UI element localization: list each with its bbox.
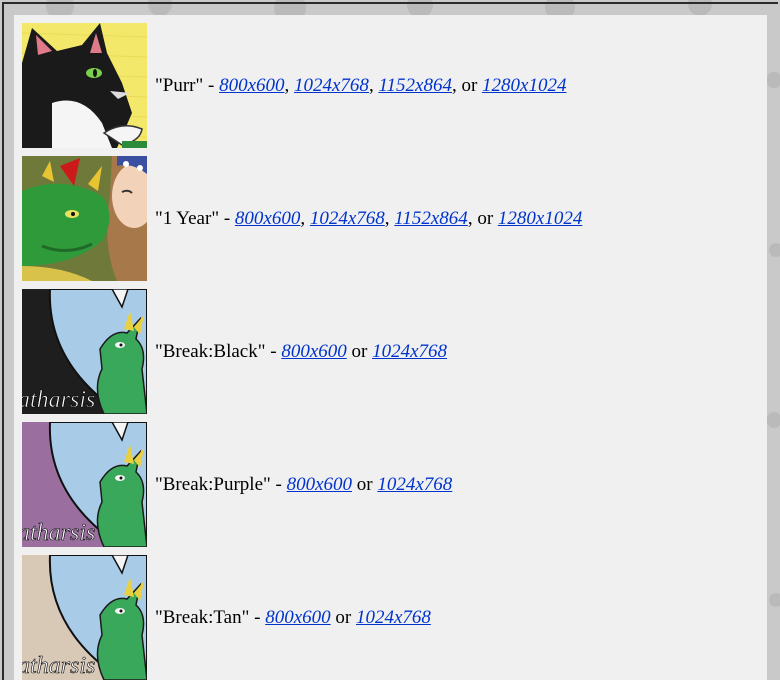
separator: -: [270, 473, 287, 495]
separator: ,: [368, 74, 379, 96]
wallpaper-row: atharsis "Break:Black" - 800x600 or 1024…: [22, 289, 582, 414]
wallpaper-row: atharsis "Break:Purple" - 800x600 or 102…: [22, 422, 582, 547]
wallpaper-caption: "Break:Black" - 800x600 or 1024x768: [155, 341, 447, 363]
resolution-link[interactable]: 800x600: [235, 208, 300, 229]
resolution-link[interactable]: 1280x1024: [498, 208, 582, 229]
separator: or: [352, 473, 378, 495]
separator: ,: [300, 207, 310, 229]
separator: ,: [284, 74, 294, 96]
comic-logo-text: atharsis: [22, 653, 95, 679]
separator: or: [346, 340, 373, 362]
separator: -: [265, 340, 282, 362]
dragon-speech-bubble-purple-thumbnail-icon[interactable]: atharsis: [22, 422, 147, 547]
separator: -: [219, 207, 235, 229]
wallpaper-title: "Purr": [155, 74, 204, 96]
resolution-link[interactable]: 800x600: [265, 607, 330, 628]
wallpaper-title: "1 Year": [155, 207, 220, 229]
dragon-speech-bubble-black-thumbnail-icon[interactable]: atharsis: [22, 289, 147, 414]
resolution-link[interactable]: 1024x768: [377, 474, 452, 495]
wallpaper-title: "Break:Black": [155, 340, 266, 362]
green-dragon-thumbnail-icon[interactable]: [22, 156, 147, 281]
dragon-speech-bubble-tan-thumbnail-icon[interactable]: atharsis: [22, 555, 147, 680]
black-cat-thumbnail-icon[interactable]: [22, 23, 147, 148]
resolution-link[interactable]: 1152x864: [394, 208, 468, 229]
separator: -: [249, 606, 266, 628]
separator: , or: [467, 207, 498, 229]
separator: , or: [451, 74, 483, 96]
separator: -: [203, 74, 220, 96]
comic-logo-text: atharsis: [22, 520, 95, 546]
content-panel: "Purr" - 800x600, 1024x768, 1152x864, or…: [14, 15, 767, 680]
resolution-link[interactable]: 800x600: [219, 75, 284, 96]
resolution-link[interactable]: 1152x864: [378, 75, 452, 96]
resolution-link[interactable]: 1024x768: [356, 607, 431, 628]
resolution-link[interactable]: 1024x768: [294, 75, 369, 96]
wallpaper-caption: "Break:Purple" - 800x600 or 1024x768: [155, 474, 452, 496]
wallpaper-title: "Break:Purple": [155, 473, 271, 495]
separator: ,: [384, 207, 395, 229]
separator: or: [330, 606, 356, 628]
comic-logo-text: atharsis: [22, 387, 95, 413]
resolution-link[interactable]: 800x600: [287, 474, 352, 495]
wallpaper-list: "Purr" - 800x600, 1024x768, 1152x864, or…: [22, 23, 582, 680]
wallpaper-title: "Break:Tan": [155, 606, 250, 628]
wallpaper-row: "Purr" - 800x600, 1024x768, 1152x864, or…: [22, 23, 582, 148]
wallpaper-caption: "Break:Tan" - 800x600 or 1024x768: [155, 607, 431, 629]
wallpaper-caption: "Purr" - 800x600, 1024x768, 1152x864, or…: [155, 75, 566, 97]
resolution-link[interactable]: 1024x768: [372, 341, 447, 362]
wallpaper-caption: "1 Year" - 800x600, 1024x768, 1152x864, …: [155, 208, 582, 230]
wallpaper-row: atharsis "Break:Tan" - 800x600 or 1024x7…: [22, 555, 582, 680]
resolution-link[interactable]: 1280x1024: [482, 75, 566, 96]
resolution-link[interactable]: 800x600: [281, 341, 346, 362]
wallpaper-row: "1 Year" - 800x600, 1024x768, 1152x864, …: [22, 156, 582, 281]
resolution-link[interactable]: 1024x768: [310, 208, 385, 229]
